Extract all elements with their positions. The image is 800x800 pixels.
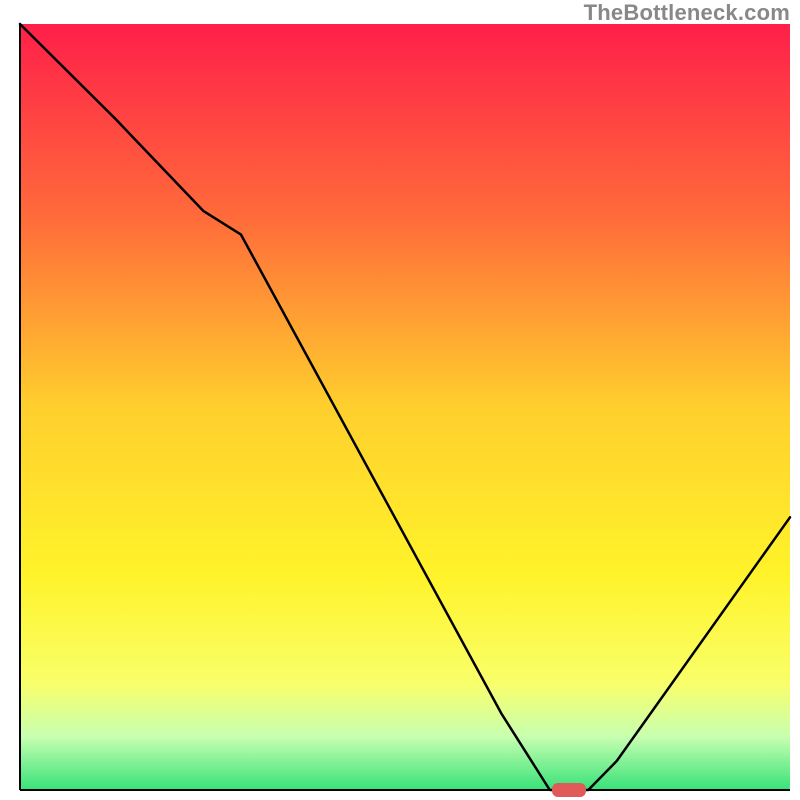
line-chart: [0, 0, 800, 800]
chart-canvas: TheBottleneck.com: [0, 0, 800, 800]
optimal-marker: [552, 783, 586, 797]
